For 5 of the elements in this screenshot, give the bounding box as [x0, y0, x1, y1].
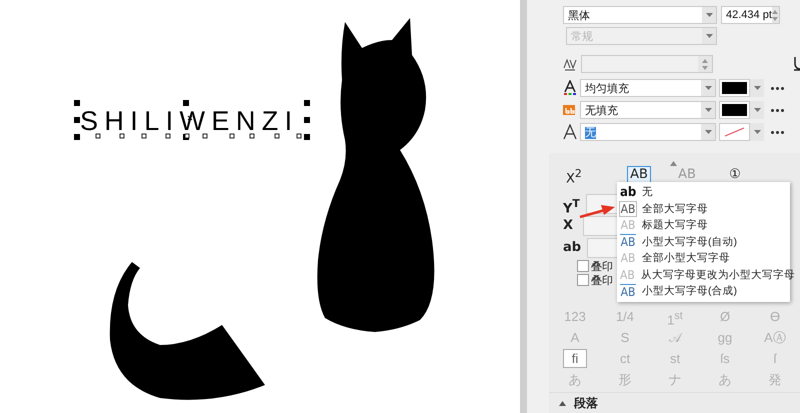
offset-label: Y$^{T}$ [563, 196, 580, 213]
offset-label: ab [563, 239, 582, 257]
checkbox-label: 叠印 [591, 274, 613, 288]
checkbox-label: 叠印 [591, 260, 613, 274]
offset-label: X [563, 217, 574, 235]
